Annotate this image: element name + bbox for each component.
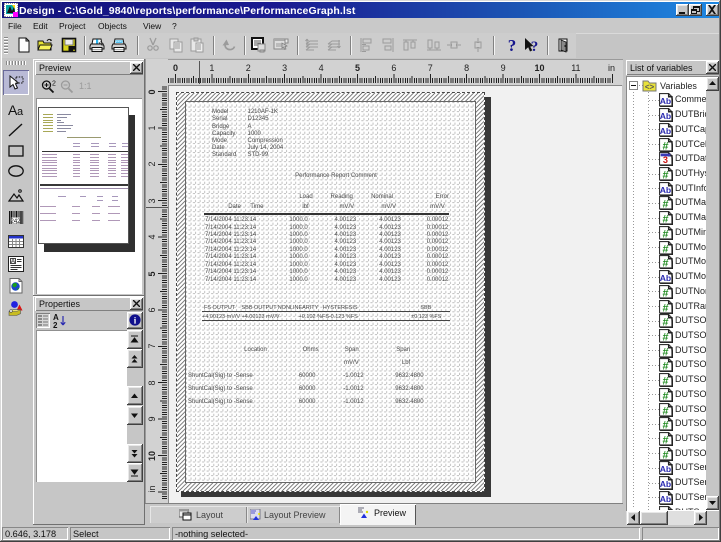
svg-text:#: # [662,346,668,358]
svg-text:?: ? [508,37,517,53]
svg-text:Ab: Ab [660,508,671,510]
svg-text:#: # [662,434,668,446]
svg-text:Ab: Ab [660,111,671,121]
svg-text:#: # [662,420,668,432]
svg-text:Ab: Ab [660,273,671,283]
svg-text:#: # [662,405,668,417]
svg-text:Ab: Ab [660,96,671,106]
svg-text:#: # [662,390,668,402]
svg-text:Ab: Ab [660,464,671,474]
svg-text:2: 2 [53,321,58,329]
svg-text:#: # [662,258,668,270]
svg-text:2: 2 [52,81,56,88]
svg-text:Ab: Ab [660,479,671,489]
svg-text:#: # [662,287,668,299]
svg-text:Ab: Ab [660,185,671,195]
svg-text:#: # [662,317,668,329]
svg-text:#: # [662,213,668,225]
svg-text:#: # [662,243,668,255]
svg-text:A: A [11,259,15,265]
svg-text:a: a [17,106,24,118]
svg-text:Ab: Ab [660,494,671,504]
svg-text:242: 242 [10,219,21,225]
svg-text:1:1: 1:1 [79,81,92,91]
svg-text:#: # [662,140,668,152]
svg-text:#: # [662,449,668,461]
svg-text:#: # [662,199,668,211]
svg-text:#: # [662,331,668,343]
svg-text:#: # [662,169,668,181]
svg-text:<>: <> [645,83,655,92]
svg-text:Ab: Ab [660,126,671,136]
svg-text:#: # [662,361,668,373]
svg-text:#: # [662,228,668,240]
svg-text:#: # [662,302,668,314]
svg-text:#: # [662,375,668,387]
